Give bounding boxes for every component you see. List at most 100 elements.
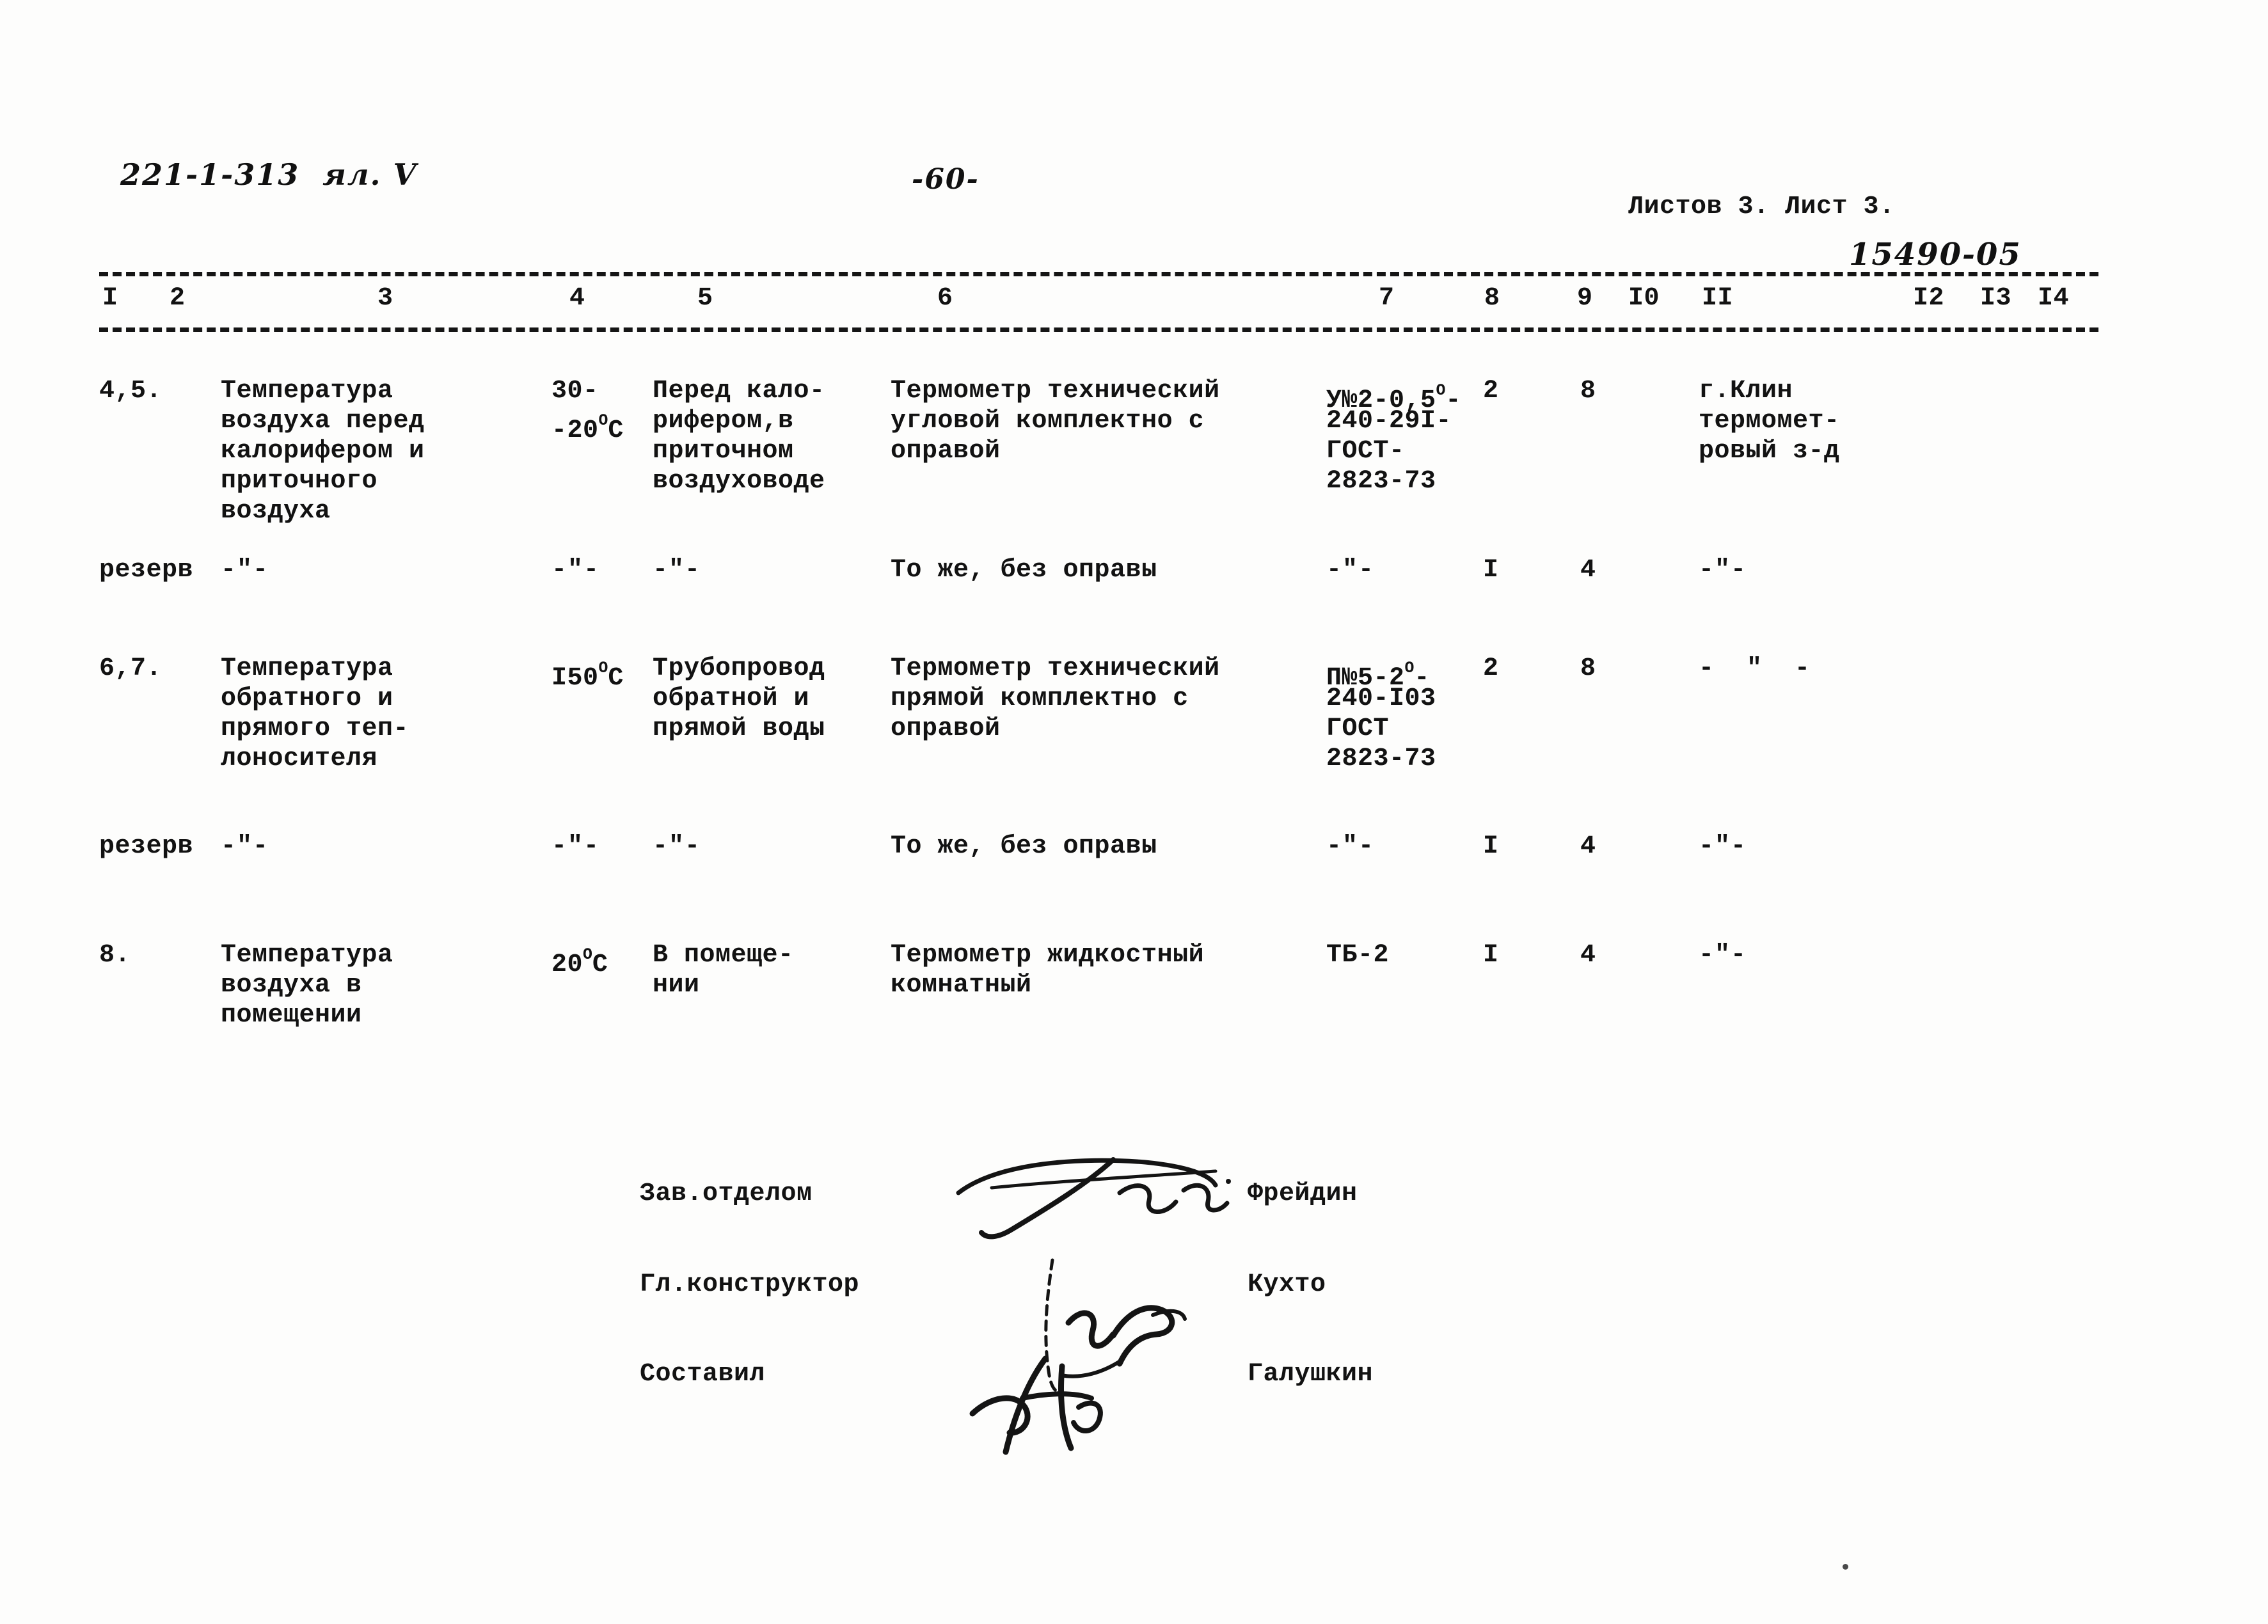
- table-cell-c7: 240-29I-: [1326, 407, 1452, 436]
- table-cell-c6: оправой: [891, 714, 1001, 743]
- table-cell-c5: -"-: [653, 832, 701, 861]
- table-cell-c8: I: [1483, 556, 1499, 585]
- table-cell-c11: -"-: [1699, 556, 1747, 585]
- table-cell-c5: воздуховоде: [653, 467, 825, 496]
- table-cell-c11: г.Клин: [1699, 377, 1793, 406]
- signature-role: Составил: [640, 1360, 766, 1389]
- table-cell-c6: угловой комплектно с: [891, 407, 1205, 436]
- table-header-bottom-rule: [99, 327, 2098, 332]
- table-cell-c8: 2: [1483, 654, 1499, 683]
- table-cell-c11: -"-: [1699, 832, 1747, 861]
- table-cell-c3: обратного и: [221, 684, 393, 713]
- table-cell-c8: I: [1483, 941, 1499, 970]
- column-number: 7: [1379, 284, 1395, 313]
- table-cell-c4: I50OC: [551, 659, 624, 693]
- table-cell-c7: 2823-73: [1326, 467, 1436, 496]
- table-cell-c3: воздуха: [221, 497, 331, 526]
- table-cell-c11: термомет-: [1699, 407, 1840, 436]
- table-cell-c4: 20OC: [551, 946, 608, 979]
- table-cell-c9: 4: [1580, 556, 1596, 585]
- table-cell-c1: 8.: [99, 941, 131, 970]
- table-cell-c7: 2823-73: [1326, 745, 1436, 773]
- table-cell-c3: Температура: [221, 654, 393, 683]
- column-number: I0: [1628, 284, 1660, 313]
- table-cell-c3: приточного: [221, 467, 378, 496]
- table-top-rule: [99, 272, 2098, 276]
- column-number: 2: [170, 284, 186, 313]
- column-number: 5: [697, 284, 713, 313]
- table-cell-c4: -"-: [551, 832, 600, 861]
- table-cell-c1: резерв: [99, 832, 194, 861]
- column-number: II: [1702, 284, 1734, 313]
- table-cell-c3: прямого теп-: [221, 714, 409, 743]
- table-cell-c6: То же, без оправы: [891, 556, 1157, 585]
- table-cell-c5: обратной и: [653, 684, 810, 713]
- table-cell-c6: прямой комплектно с: [891, 684, 1189, 713]
- page-number: -60-: [912, 163, 979, 196]
- table-cell-c6: комнатный: [891, 971, 1032, 1000]
- table-cell-c7: ГОСТ: [1326, 714, 1390, 743]
- column-number: 9: [1577, 284, 1593, 313]
- table-cell-c3: -"-: [221, 832, 269, 861]
- table-cell-c7: -"-: [1326, 832, 1375, 861]
- table-cell-c11: - " -: [1699, 654, 1811, 683]
- table-cell-c6: оправой: [891, 437, 1001, 466]
- column-number: I: [102, 284, 118, 313]
- table-cell-c9: 4: [1580, 941, 1596, 970]
- table-cell-c11: -"-: [1699, 941, 1747, 970]
- signature-name: Кухто: [1248, 1270, 1326, 1299]
- table-cell-c9: 8: [1580, 377, 1596, 406]
- signature-stroke-galushkin: [966, 1337, 1158, 1458]
- scanned-page: 221-1-313 ял. V -60- Листов 3. Лист 3. 1…: [0, 0, 2268, 1624]
- table-cell-c6: Термометр жидкостный: [891, 941, 1205, 970]
- table-cell-c4: 30-: [551, 377, 599, 406]
- drawing-number-handwritten: 15490-05: [1849, 237, 2022, 272]
- column-number: 8: [1484, 284, 1500, 313]
- table-cell-c5: -"-: [653, 556, 701, 585]
- table-cell-c3: -"-: [221, 556, 269, 585]
- table-cell-c3: помещении: [221, 1001, 362, 1030]
- table-cell-c5: В помеще-: [653, 941, 794, 970]
- table-cell-c8: 2: [1483, 377, 1499, 406]
- table-cell-c3: Температура: [221, 941, 393, 970]
- signature-stroke-freydin: [953, 1148, 1286, 1244]
- sheets-label: Листов 3. Лист 3.: [1628, 193, 1895, 221]
- drawing-code-handwritten: 221-1-313 ял. V: [120, 157, 418, 192]
- column-number: I2: [1913, 284, 1945, 313]
- table-cell-c7: ТБ-2: [1326, 941, 1390, 970]
- table-cell-c9: 8: [1580, 654, 1596, 683]
- column-number: I4: [2038, 284, 2070, 313]
- table-cell-c5: рифером,в: [653, 407, 794, 436]
- column-number: 4: [569, 284, 585, 313]
- table-cell-c4: -20OC: [551, 412, 624, 445]
- table-cell-c7: ГОСТ-: [1326, 437, 1405, 466]
- table-cell-c1: резерв: [99, 556, 194, 585]
- table-cell-c3: Температура: [221, 377, 393, 406]
- table-cell-c11: ровый з-д: [1699, 437, 1840, 466]
- column-number: I3: [1980, 284, 2012, 313]
- column-number: 6: [937, 284, 953, 313]
- table-cell-c5: прямой воды: [653, 714, 825, 743]
- table-cell-c3: воздуха перед: [221, 407, 425, 436]
- table-cell-c5: Перед кало-: [653, 377, 825, 406]
- signature-role: Зав.отделом: [640, 1179, 813, 1208]
- table-cell-c5: Трубопровод: [653, 654, 825, 683]
- column-number: 3: [377, 284, 393, 313]
- table-cell-c5: приточном: [653, 437, 794, 466]
- table-cell-c9: 4: [1580, 832, 1596, 861]
- table-cell-c6: Термометр технический: [891, 377, 1220, 406]
- table-cell-c6: То же, без оправы: [891, 832, 1157, 861]
- table-cell-c6: Термометр технический: [891, 654, 1220, 683]
- table-cell-c3: лоносителя: [221, 745, 378, 773]
- table-cell-c5: нии: [653, 971, 700, 1000]
- table-cell-c3: калорифером и: [221, 437, 425, 466]
- signature-role: Гл.конструктор: [640, 1270, 860, 1299]
- table-cell-c8: I: [1483, 832, 1499, 861]
- table-cell-c7: 240-I03: [1326, 684, 1436, 713]
- scan-speck: [1843, 1564, 1848, 1570]
- signature-name: Галушкин: [1248, 1360, 1374, 1389]
- table-cell-c7: -"-: [1326, 556, 1375, 585]
- table-cell-c1: 6,7.: [99, 654, 163, 683]
- table-cell-c1: 4,5.: [99, 377, 163, 406]
- table-cell-c4: -"-: [551, 556, 600, 585]
